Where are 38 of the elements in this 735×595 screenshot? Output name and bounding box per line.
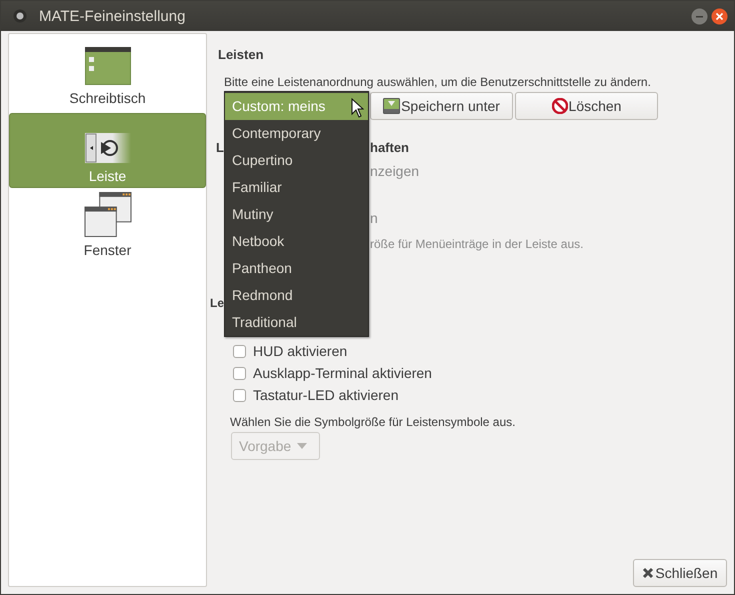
window-menu-icon[interactable] [13,9,27,23]
close-icon[interactable] [711,8,728,24]
menu-item[interactable]: Contemporary [225,120,368,147]
drive-icon [383,98,400,114]
section-heading: Leisten [218,46,265,63]
menu-item[interactable]: Familiar [225,174,368,201]
save-as-button[interactable]: Speichern unter [370,92,513,120]
windows-icon [84,192,132,237]
menu-item[interactable]: Traditional [225,309,368,336]
section-heading: haften [370,139,410,156]
checkbox[interactable] [233,388,246,402]
sidebar-item[interactable]: Fenster [9,191,206,262]
menu-item[interactable]: Netbook [225,228,368,255]
description-text: Bitte eine Leistenanordnung auswählen, um die Benutzerschnittstelle zu ändern. [224,75,652,90]
caret-icon [297,443,308,449]
section-heading: L [216,139,225,156]
menu-item[interactable]: Cupertino [225,147,368,174]
mouse-cursor-icon [351,98,364,118]
checkbox[interactable] [233,366,246,380]
option-label: Tastatur-LED aktivieren [253,387,399,403]
option-label: HUD aktivieren [253,343,348,359]
menu-item[interactable]: Mutiny [225,201,368,228]
menu-item[interactable]: Pantheon [225,255,368,282]
window-title: MATE-Feineinstellung [39,8,186,24]
close-button[interactable]: Schließen [633,559,727,587]
panel-icon [84,133,130,163]
checkbox[interactable] [233,344,246,358]
hint-text: Wählen Sie die Symbolgröße für Leistensymbole aus. [230,415,516,430]
no-entry-icon [552,98,568,114]
option-label: nzeigen [370,163,420,180]
hint-text: röße für Menüeinträge in der Leiste aus. [370,237,584,252]
delete-button[interactable]: Löschen [515,92,658,120]
close-icon [642,567,654,579]
desktop-icon [84,47,130,85]
option-label: Ausklapp-Terminal aktivieren [253,365,432,381]
menu-item[interactable]: Redmond [225,282,368,309]
sidebar-item[interactable]: Schreibtisch [9,37,206,110]
option-label: n [370,210,379,227]
